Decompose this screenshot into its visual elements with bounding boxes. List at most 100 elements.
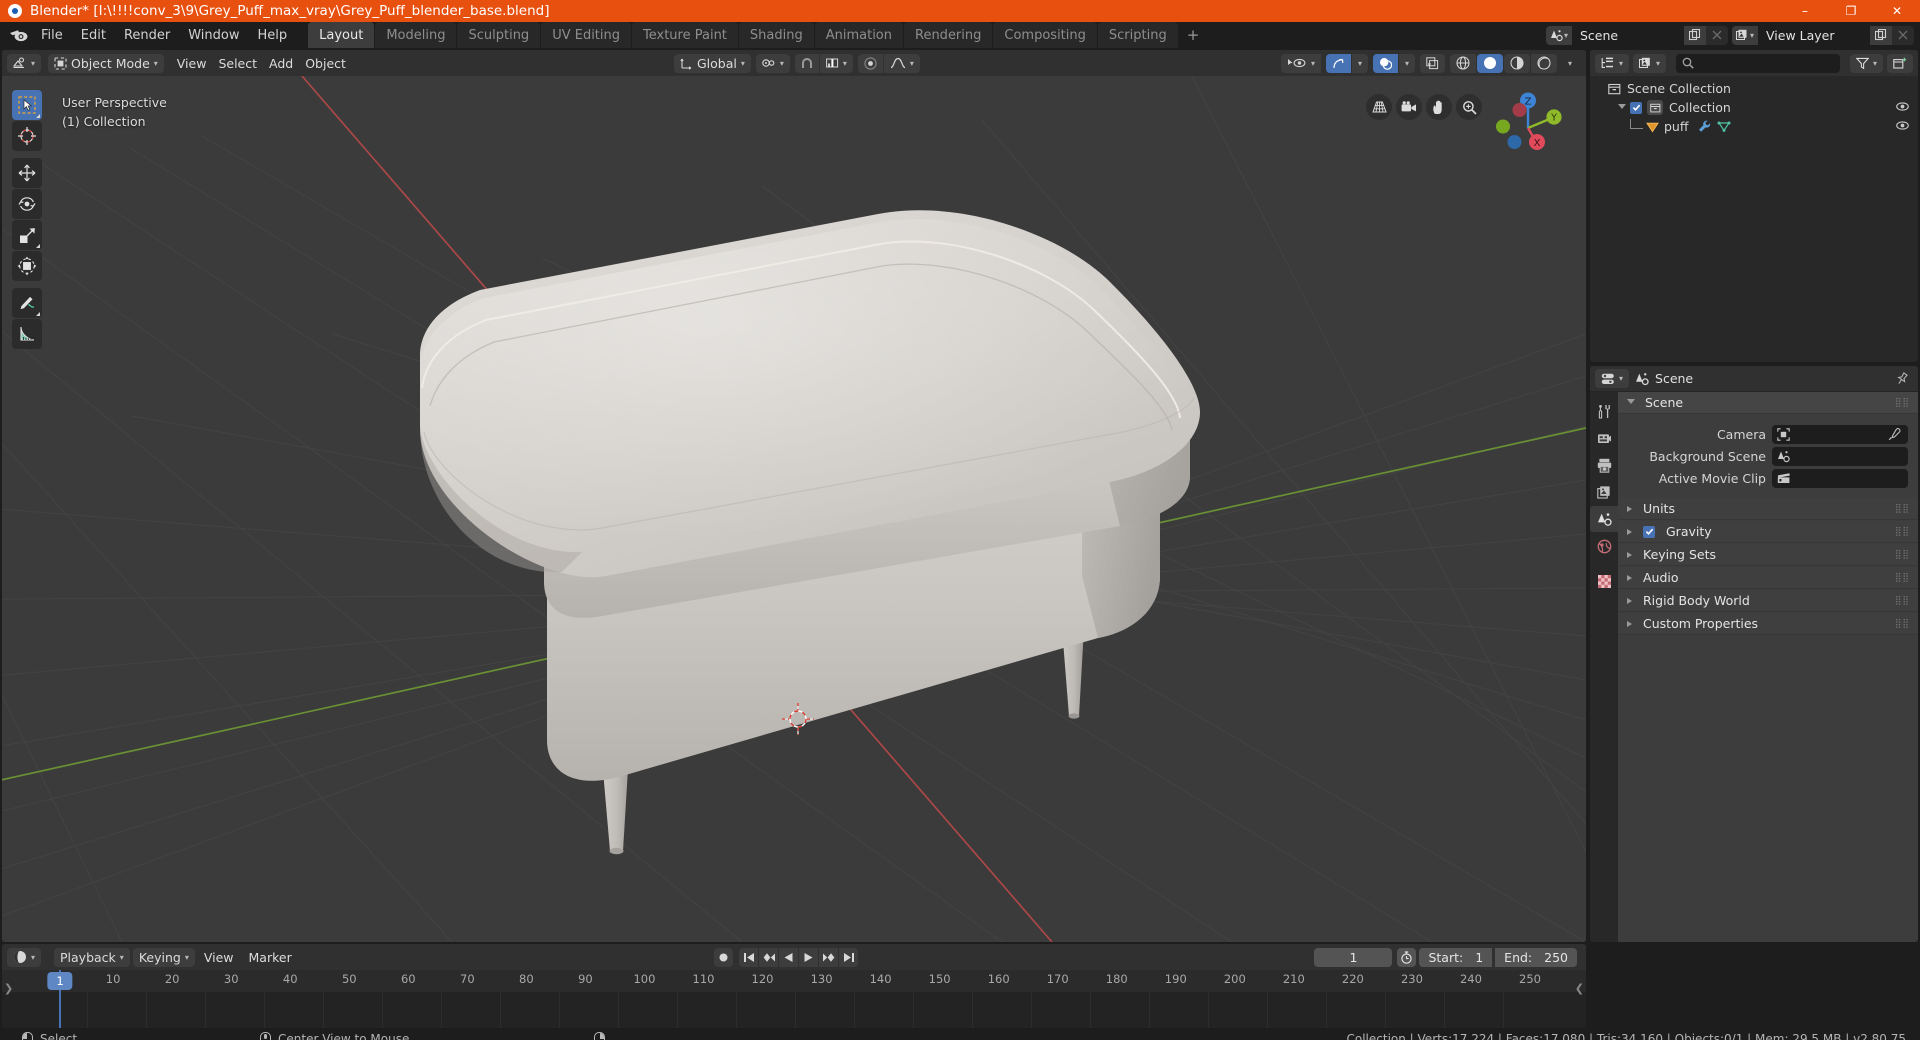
outliner-row-collection[interactable]: Collection [1590, 98, 1918, 117]
rigid-body-world-section-header[interactable]: Rigid Body World ⣿⣿ [1618, 590, 1918, 612]
menu-render[interactable]: Render [115, 25, 179, 46]
measure-tool[interactable] [12, 319, 42, 349]
active-movie-clip-field[interactable] [1772, 468, 1908, 488]
custom-properties-expand-icon[interactable] [1627, 620, 1632, 627]
new-scene-button[interactable] [1684, 25, 1706, 45]
units-expand-icon[interactable] [1627, 505, 1632, 512]
overlays-toggle-button[interactable] [1372, 53, 1398, 73]
tab-shading[interactable]: Shading [738, 22, 814, 48]
transform-tool[interactable] [12, 251, 42, 281]
move-tool[interactable] [12, 158, 42, 188]
timeline-menu-playback[interactable]: Playback ▾ [54, 947, 130, 967]
audio-expand-icon[interactable] [1627, 574, 1632, 581]
annotate-tool[interactable] [12, 288, 42, 318]
collection-visibility-eye-icon[interactable] [1896, 101, 1909, 112]
xray-toggle-button[interactable] [1419, 53, 1445, 73]
outliner-filter-button[interactable]: ▾ [1849, 53, 1883, 73]
frame-end-field[interactable]: End: 250 [1495, 947, 1577, 967]
tab-uv-editing[interactable]: UV Editing [541, 22, 632, 48]
cursor-tool[interactable] [12, 121, 42, 151]
new-view-layer-button[interactable] [1870, 25, 1892, 45]
viewport-menu-view[interactable]: View [171, 54, 213, 73]
tab-modeling[interactable]: Modeling [375, 22, 457, 48]
outliner-search-box[interactable] [1676, 53, 1840, 73]
shading-material-preview-button[interactable] [1503, 53, 1530, 73]
camera-field[interactable] [1772, 424, 1908, 444]
timeline-scroll-right-icon[interactable]: ❮ [1575, 982, 1584, 995]
proportional-falloff-dropdown[interactable]: ▾ [883, 53, 920, 73]
current-frame-field[interactable]: 1 [1314, 947, 1393, 967]
menu-file[interactable]: File [32, 25, 72, 46]
rotate-tool[interactable] [12, 189, 42, 219]
scene-name[interactable]: Scene [1572, 25, 1684, 45]
menu-edit[interactable]: Edit [72, 25, 115, 46]
editor-type-3dview-icon[interactable]: ▾ [7, 53, 42, 73]
keying-sets-section-header[interactable]: Keying Sets ⣿⣿ [1618, 544, 1918, 566]
tab-texture-paint[interactable]: Texture Paint [632, 22, 738, 48]
play-reverse-button[interactable] [779, 947, 798, 967]
minimize-button[interactable]: – [1782, 0, 1828, 22]
tool-tab[interactable] [1590, 398, 1618, 424]
jump-to-start-button[interactable] [739, 947, 758, 967]
timeline-menu-marker[interactable]: Marker [243, 948, 298, 967]
jump-to-end-button[interactable] [839, 947, 858, 967]
navigation-gizmo[interactable]: Z Y X [1488, 88, 1568, 168]
timeline-track-area[interactable] [2, 992, 1586, 1028]
maximize-button[interactable]: ❐ [1828, 0, 1874, 22]
snap-target-dropdown[interactable]: ▾ [819, 53, 853, 73]
viewport-menu-object[interactable]: Object [299, 54, 352, 73]
timeline-scroll-left-icon[interactable]: ❯ [4, 982, 13, 995]
viewport-menu-select[interactable]: Select [212, 54, 263, 73]
close-button[interactable]: ✕ [1874, 0, 1920, 22]
units-section-header[interactable]: Units ⣿⣿ [1618, 498, 1918, 520]
outliner-editor-type-button[interactable]: ▾ [1595, 53, 1630, 73]
remove-view-layer-button[interactable] [1892, 25, 1914, 45]
shading-solid-button[interactable] [1476, 53, 1503, 73]
view-layer-selector[interactable]: ▾ View Layer [1732, 25, 1914, 45]
scene-tab[interactable] [1590, 506, 1618, 532]
record-keyframes-button[interactable] [714, 947, 733, 967]
gizmo-settings-dropdown[interactable]: ▾ [1351, 53, 1368, 73]
timeline-editor-type-button[interactable]: ▾ [7, 947, 42, 967]
timeline-menu-view[interactable]: View [198, 948, 240, 967]
menu-window[interactable]: Window [179, 25, 248, 46]
unlink-scene-button[interactable] [1706, 25, 1728, 45]
pin-icon[interactable] [1895, 371, 1913, 386]
shading-settings-dropdown[interactable]: ▾ [1562, 54, 1578, 73]
scene-panel-expand-icon[interactable] [1627, 398, 1635, 407]
view-layer-icon[interactable]: ▾ [1732, 25, 1758, 45]
gravity-expand-icon[interactable] [1627, 528, 1632, 535]
outliner-row-scene-collection[interactable]: Scene Collection [1590, 79, 1918, 98]
object-mode-dropdown[interactable]: Object Mode ▾ [48, 53, 164, 73]
grid-perspective-icon[interactable] [1366, 94, 1392, 120]
view-layer-name[interactable]: View Layer [1758, 25, 1870, 45]
audio-section-header[interactable]: Audio ⣿⣿ [1618, 567, 1918, 589]
gizmo-toggle-button[interactable] [1325, 53, 1351, 73]
pivot-point-dropdown[interactable]: ▾ [755, 53, 790, 73]
camera-eyedropper-icon[interactable] [1885, 427, 1903, 441]
overlays-settings-dropdown[interactable]: ▾ [1398, 53, 1415, 73]
output-tab[interactable] [1590, 452, 1618, 478]
tab-rendering[interactable]: Rendering [904, 22, 993, 48]
viewport-menu-add[interactable]: Add [263, 54, 299, 73]
frame-start-field[interactable]: Start: 1 [1419, 947, 1493, 967]
outliner-filter-id-button[interactable]: ▾ [1633, 53, 1667, 73]
play-button[interactable] [799, 947, 818, 967]
outliner-row-puff[interactable]: puff [1590, 117, 1918, 136]
tab-layout[interactable]: Layout [308, 22, 375, 48]
timeline-ruler[interactable]: 10 20 30 40 50 60 70 80 90 100 110 120 130 140 150 160 1… [2, 970, 1586, 992]
keying-sets-expand-icon[interactable] [1627, 551, 1632, 558]
hand-icon[interactable] [1426, 94, 1452, 120]
transform-orientation-dropdown[interactable]: Global ▾ [674, 53, 751, 73]
custom-properties-section-header[interactable]: Custom Properties ⣿⣿ [1618, 613, 1918, 635]
scene-selector[interactable]: ▾ Scene [1546, 25, 1728, 45]
scene-icon[interactable]: ▾ [1546, 25, 1572, 45]
render-tab[interactable] [1590, 425, 1618, 451]
properties-editor-type-button[interactable]: ▾ [1595, 369, 1630, 388]
scene-panel-header[interactable]: Scene ⣿⣿ [1618, 392, 1918, 414]
snap-toggle-button[interactable] [794, 53, 819, 73]
collection-expand-toggle-icon[interactable] [1618, 103, 1626, 112]
view-layer-tab[interactable] [1590, 479, 1618, 505]
gravity-checkbox[interactable] [1643, 525, 1655, 538]
rigid-body-world-expand-icon[interactable] [1627, 597, 1632, 604]
